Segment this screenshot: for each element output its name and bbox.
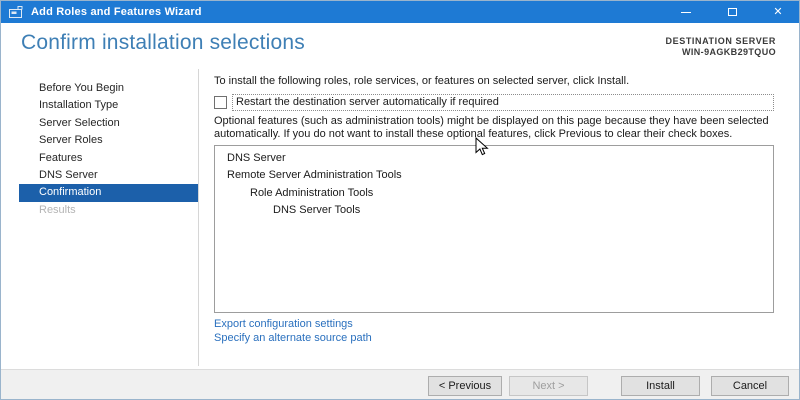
destination-server-label: DESTINATION SERVER (665, 36, 776, 46)
wizard-window: Add Roles and Features Wizard ✕ Confirm … (0, 0, 800, 400)
list-item[interactable]: Remote Server Administration Tools (215, 167, 773, 185)
minimize-icon (681, 11, 691, 13)
sidebar-divider (198, 69, 199, 366)
wizard-footer: < Previous Next > Install Cancel (1, 369, 799, 399)
intro-text: To install the following roles, role ser… (214, 75, 630, 87)
window-title: Add Roles and Features Wizard (31, 6, 202, 18)
alternate-source-path-link[interactable]: Specify an alternate source path (214, 331, 774, 346)
sidebar-item-before-you-begin[interactable]: Before You Begin (1, 80, 198, 97)
sidebar-item-features[interactable]: Features (1, 150, 198, 167)
sidebar-item-confirmation[interactable]: Confirmation (1, 184, 198, 202)
close-button[interactable]: ✕ (755, 1, 799, 23)
list-item[interactable]: DNS Server Tools (215, 202, 773, 220)
sidebar-item-results: Results (39, 203, 76, 216)
sidebar-item-installation-type[interactable]: Installation Type (1, 97, 198, 114)
titlebar: Add Roles and Features Wizard ✕ (1, 1, 799, 23)
previous-button[interactable]: < Previous (428, 376, 502, 396)
wizard-steps-nav: Before You Begin Installation Type Serve… (1, 80, 198, 219)
sidebar-item-server-roles[interactable]: Server Roles (1, 132, 198, 149)
install-button[interactable]: Install (621, 376, 700, 396)
next-button: Next > (509, 376, 588, 396)
destination-server-block: DESTINATION SERVER WIN-9AGKB29TQUO (666, 36, 776, 57)
optional-features-note: Optional features (such as administratio… (214, 115, 769, 140)
sidebar-item-dns-server[interactable]: DNS Server (1, 167, 198, 184)
cancel-button[interactable]: Cancel (711, 376, 789, 396)
page-title: Confirm installation selections (21, 31, 305, 54)
confirmation-page: To install the following roles, role ser… (214, 75, 774, 346)
list-item[interactable]: DNS Server (215, 150, 773, 168)
restart-checkbox[interactable] (214, 96, 227, 109)
minimize-button[interactable] (663, 1, 709, 23)
maximize-button[interactable] (709, 1, 755, 23)
destination-server-name: WIN-9AGKB29TQUO (681, 47, 776, 57)
window-controls: ✕ (663, 1, 799, 23)
restart-checkbox-row: Restart the destination server automatic… (214, 94, 774, 111)
restart-checkbox-label[interactable]: Restart the destination server automatic… (232, 94, 774, 111)
list-item[interactable]: Role Administration Tools (215, 185, 773, 203)
selected-features-list[interactable]: DNS Server Remote Server Administration … (214, 144, 774, 313)
wizard-icon (9, 5, 24, 19)
sidebar-item-server-selection[interactable]: Server Selection (1, 115, 198, 132)
export-configuration-link[interactable]: Export configuration settings (214, 317, 774, 332)
maximize-icon (727, 8, 737, 16)
